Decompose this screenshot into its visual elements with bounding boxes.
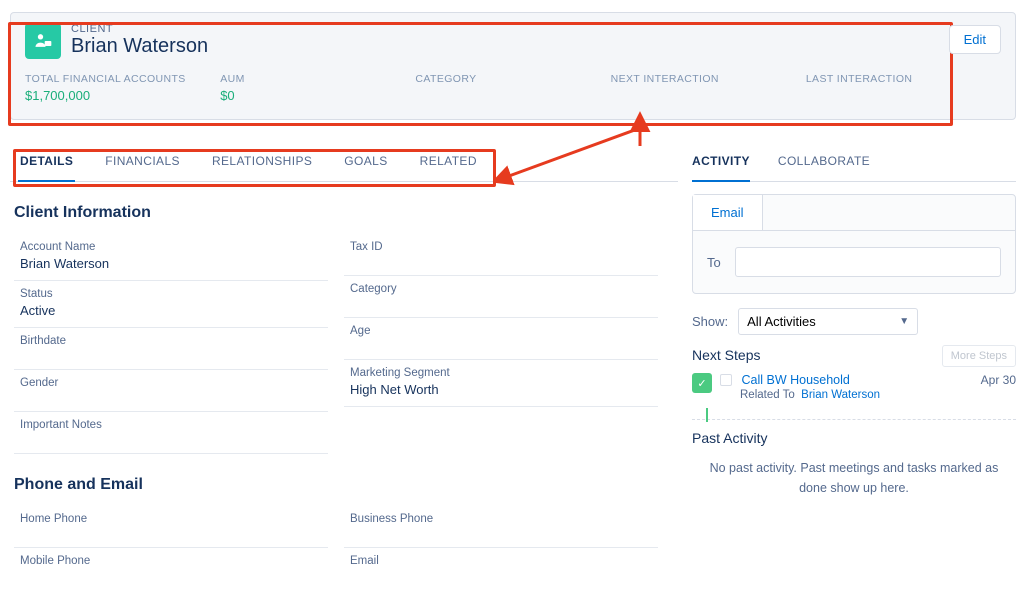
field-home-phone: Home Phone [14,506,328,548]
field-tax-id: Tax ID [344,234,658,276]
field-status: Status Active [14,281,328,328]
email-composer: Email To [692,194,1016,294]
field-age: Age [344,318,658,360]
email-to-label: To [707,255,721,270]
stat-aum: AUM $0 [220,73,415,103]
object-type-label: CLIENT [71,23,208,35]
field-account-name: Account Name Brian Waterson [14,234,328,281]
stat-total-financial: TOTAL FINANCIAL ACCOUNTS $1,700,000 [25,73,220,103]
email-subtab[interactable]: Email [693,195,763,230]
stat-last-interaction: LAST INTERACTION [806,73,1001,103]
section-phone-email: Phone and Email [14,476,674,494]
field-marketing-segment: Marketing Segment High Net Worth [344,360,658,407]
field-birthdate: Birthdate [14,328,328,370]
show-label: Show: [692,314,728,329]
field-category: Category [344,276,658,318]
tab-details[interactable]: DETAILS [18,142,75,182]
field-business-phone: Business Phone [344,506,658,548]
tab-financials[interactable]: FINANCIALS [103,142,182,181]
next-step-item: ✓ Call BW Household Apr 30 Related To Br… [692,373,1016,401]
related-record-link[interactable]: Brian Waterson [801,389,880,401]
task-icon: ✓ [692,373,712,393]
stat-category: CATEGORY [415,73,610,103]
task-link[interactable]: Call BW Household [741,373,849,387]
client-icon [25,23,61,59]
detail-tabs: DETAILS FINANCIALS RELATIONSHIPS GOALS R… [10,142,678,182]
task-date: Apr 30 [981,373,1016,387]
field-email: Email [344,548,658,590]
activity-tabs: ACTIVITY COLLABORATE [692,142,1016,182]
email-to-input[interactable] [735,247,1001,277]
timeline-connector [706,408,708,422]
field-gender: Gender [14,370,328,412]
tab-related[interactable]: RELATED [418,142,479,181]
tab-collaborate[interactable]: COLLABORATE [778,142,870,181]
chevron-down-icon: ▼ [899,316,909,327]
stat-next-interaction: NEXT INTERACTION [611,73,806,103]
next-steps-heading: Next Steps More Steps [692,347,1016,363]
more-steps-button[interactable]: More Steps [942,345,1016,367]
past-activity-heading: Past Activity [692,419,1016,446]
tab-activity[interactable]: ACTIVITY [692,142,750,182]
past-activity-empty: No past activity. Past meetings and task… [692,446,1016,498]
tab-relationships[interactable]: RELATIONSHIPS [210,142,314,181]
record-highlights-panel: Edit CLIENT Brian Waterson TOTAL FINANCI… [10,12,1016,120]
tab-goals[interactable]: GOALS [342,142,389,181]
record-name: Brian Waterson [71,35,208,58]
field-mobile-phone: Mobile Phone [14,548,328,590]
edit-button[interactable]: Edit [949,25,1001,54]
activity-filter-select[interactable]: All Activities ▼ [738,308,918,335]
field-important-notes: Important Notes [14,412,328,454]
section-client-information: Client Information [14,204,674,222]
task-checkbox[interactable] [720,374,732,386]
